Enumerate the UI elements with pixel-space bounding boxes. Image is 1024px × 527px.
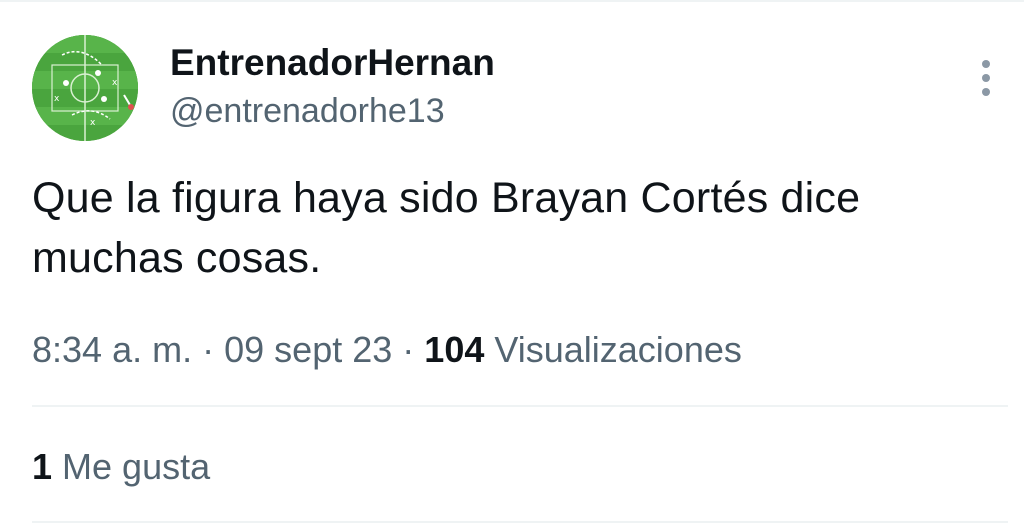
more-options-button[interactable] [968, 56, 1004, 100]
likes-link[interactable]: 1 Me gusta [32, 444, 210, 490]
more-vertical-icon [982, 60, 990, 68]
more-vertical-icon-dot [982, 88, 990, 96]
tweet-time[interactable]: 8:34 a. m. [32, 329, 192, 370]
tweet-card: x x x EntrenadorHernan @entrenadorhe13 Q… [0, 0, 1024, 527]
tweet-date[interactable]: 09 sept 23 [224, 329, 392, 370]
views-label[interactable]: Visualizaciones [494, 329, 741, 370]
likes-label: Me gusta [62, 446, 211, 487]
tweet-text: Que la figura haya sido Brayan Cortés di… [32, 174, 861, 282]
meta-separator: · [402, 329, 415, 370]
tweet-meta: 8:34 a. m. · 09 sept 23 · 104 Visualizac… [32, 327, 742, 373]
author-display-name[interactable]: EntrenadorHernan [170, 41, 495, 85]
svg-text:x: x [112, 78, 118, 88]
tactics-board-avatar-icon: x x x [32, 35, 138, 141]
svg-text:x: x [54, 94, 60, 104]
likes-count: 1 [32, 446, 53, 487]
views-count[interactable]: 104 [424, 329, 484, 370]
meta-separator: · [202, 329, 215, 370]
more-vertical-icon-dot [982, 74, 990, 82]
svg-text:x: x [90, 118, 96, 128]
divider [32, 405, 1008, 407]
avatar[interactable]: x x x [32, 35, 138, 141]
author-handle[interactable]: @entrenadorhe13 [170, 90, 445, 132]
divider [32, 521, 1008, 523]
